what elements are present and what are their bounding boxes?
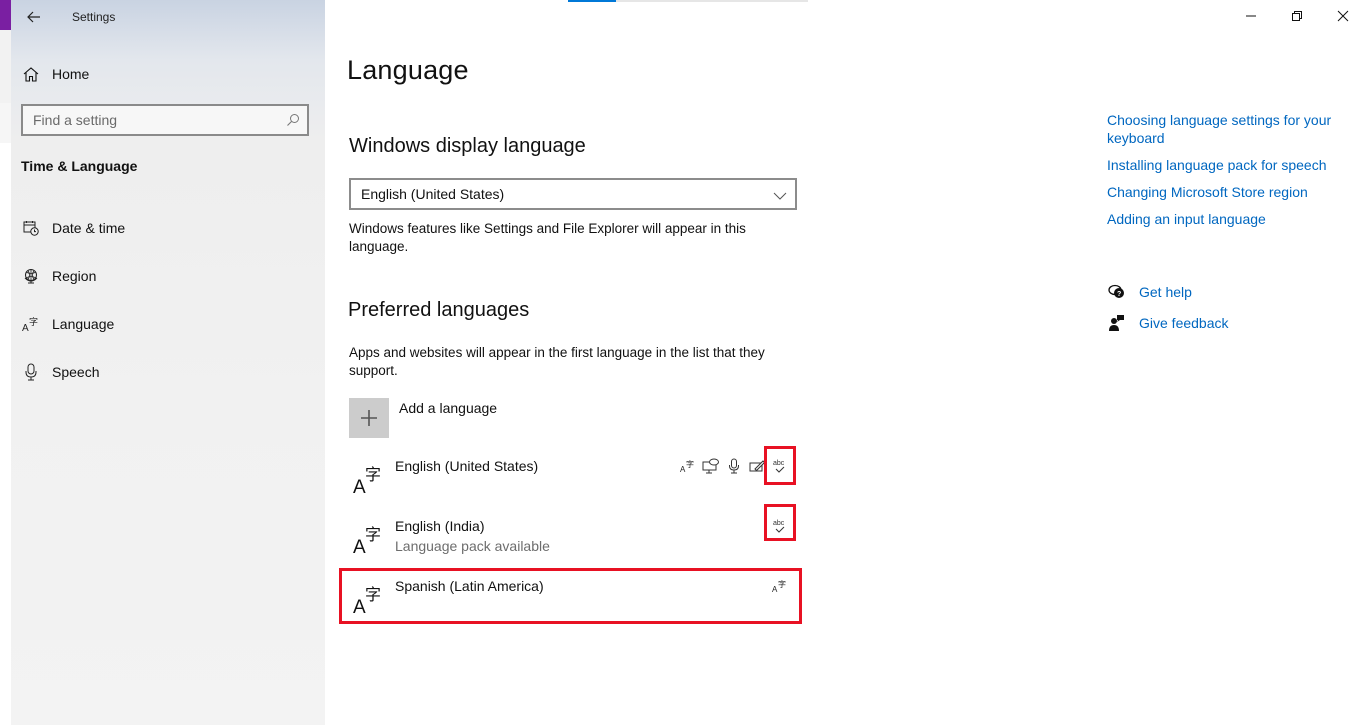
language-item-english-india[interactable]: A字 English (India) Language pack availab… [349,508,797,564]
link-keyboard-language-settings[interactable]: Choosing language settings for your keyb… [1107,111,1347,147]
related-links: Choosing language settings for your keyb… [1107,111,1347,237]
svg-text:abc: abc [773,520,785,527]
loading-progress-bar [568,0,808,2]
sidebar-item-region[interactable]: Region [11,252,325,300]
svg-text:字: 字 [778,579,786,589]
add-language-button[interactable]: Add a language [349,398,497,438]
add-language-label: Add a language [399,400,498,416]
plus-icon [349,398,389,438]
help-chat-icon: ? [1107,284,1127,300]
feedback-icon [1107,314,1127,332]
display-language-icon: A字 [676,456,699,476]
calendar-clock-icon [21,218,41,238]
back-button[interactable] [16,1,52,33]
sidebar-nav: Date & time Region A字 Language Speech [11,204,325,396]
language-name: English (India) [395,518,485,534]
microphone-icon [21,362,41,382]
sidebar-item-label: Region [52,268,97,284]
link-store-region[interactable]: Changing Microsoft Store region [1107,183,1347,201]
handwriting-icon [745,456,768,476]
language-glyph-icon: A字 [353,522,385,559]
svg-text:abc: abc [773,460,785,467]
background-window-panel [0,30,11,103]
svg-text:字: 字 [365,465,381,484]
display-language-value: English (United States) [361,186,505,202]
svg-text:A: A [22,323,29,332]
background-window-accent [0,0,11,30]
give-feedback-label: Give feedback [1139,314,1229,331]
progress-fill [568,0,616,2]
language-status: Language pack available [395,538,550,554]
home-nav-item[interactable]: Home [11,56,325,92]
home-icon [21,66,41,82]
display-language-description: Windows features like Settings and File … [349,221,746,254]
globe-icon [21,266,41,286]
language-name: English (United States) [395,458,539,474]
language-name: Spanish (Latin America) [395,578,544,594]
svg-text:字: 字 [365,585,381,604]
language-glyph-icon: A字 [353,582,385,619]
help-section: ? Get help Give feedback [1107,276,1229,338]
minimize-button[interactable] [1228,0,1274,32]
svg-text:字: 字 [365,525,381,544]
minimize-icon [1246,15,1256,17]
sidebar-item-label: Date & time [52,220,126,236]
sidebar-item-date-time[interactable]: Date & time [11,204,325,252]
search-box[interactable] [21,104,309,136]
language-item-spanish-latin-america[interactable]: A字 Spanish (Latin America) A字 [349,568,797,624]
language-features: abc [768,516,791,536]
preferred-languages-heading: Preferred languages [348,299,530,321]
section-title: Time & Language [21,158,138,174]
svg-text:?: ? [1117,291,1121,298]
back-arrow-icon [27,11,40,23]
link-add-input-language[interactable]: Adding an input language [1107,210,1347,228]
language-item-english-us[interactable]: A字 English (United States) A字 abc [349,448,797,504]
get-help-link[interactable]: ? Get help [1107,276,1229,307]
close-button[interactable] [1320,0,1366,32]
svg-text:字: 字 [29,316,38,328]
close-icon [1337,10,1349,22]
preferred-languages-description: Apps and websites will appear in the fir… [349,345,765,378]
window-controls [1228,0,1366,32]
page-title: Language [347,55,469,85]
spell-check-icon: abc [768,516,791,536]
svg-text:字: 字 [686,459,694,469]
get-help-label: Get help [1139,283,1192,300]
language-icon: A字 [21,314,41,334]
app-title: Settings [72,10,116,24]
text-to-speech-icon [699,456,722,476]
speech-recognition-icon [722,456,745,476]
give-feedback-link[interactable]: Give feedback [1107,307,1229,338]
language-glyph-icon: A字 [353,462,385,499]
link-speech-language-pack[interactable]: Installing language pack for speech [1107,156,1347,174]
sidebar-item-label: Language [52,316,115,332]
chevron-down-icon [773,188,787,206]
sidebar-item-language[interactable]: A字 Language [11,300,325,348]
spell-check-icon: abc [768,456,791,476]
restore-icon [1292,11,1302,21]
background-window-edge [0,0,11,725]
sidebar-item-speech[interactable]: Speech [11,348,325,396]
sidebar: Settings Home Time & Language Date & tim… [11,0,325,725]
display-language-icon: A字 [768,576,791,596]
title-bar: Settings [11,0,325,34]
display-language-dropdown[interactable]: English (United States) [349,178,797,210]
home-label: Home [52,66,90,82]
display-language-heading: Windows display language [349,135,586,157]
language-features: A字 [768,576,791,596]
search-input[interactable] [23,112,273,128]
language-features: A字 abc [676,456,791,476]
background-window-panel-2 [0,103,11,143]
search-icon[interactable] [286,113,300,132]
restore-button[interactable] [1274,0,1320,32]
sidebar-item-label: Speech [52,364,100,380]
